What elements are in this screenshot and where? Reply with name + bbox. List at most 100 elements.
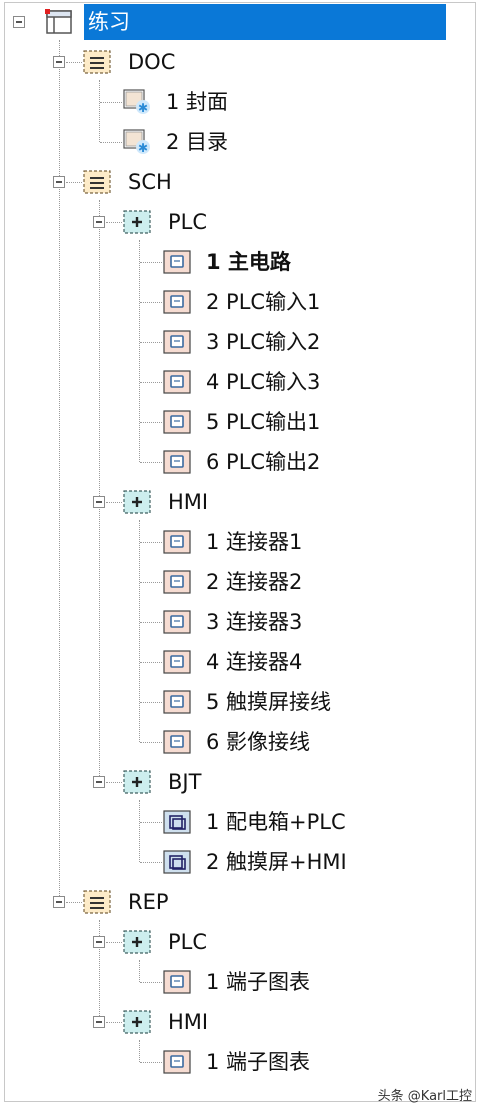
tree-node-label: PLC	[168, 930, 208, 954]
collapse-toggle[interactable]	[53, 56, 65, 68]
tree-node-label: HMI	[168, 1010, 209, 1034]
tree-item-label: 4 连接器4	[206, 650, 303, 674]
tree-node-sch-bjt[interactable]: BJT	[168, 764, 201, 800]
tree-item-label: 1 封面	[166, 90, 229, 114]
tree-node-doc[interactable]: DOC	[128, 44, 175, 80]
schematic-page-icon	[162, 444, 196, 480]
tree-item-page[interactable]: 2 PLC输入1	[162, 284, 320, 320]
tree-item-page[interactable]: 6 PLC输出2	[162, 444, 320, 480]
tree-item-page[interactable]: 5 触摸屏接线	[162, 684, 331, 720]
tree-item-label: 6 PLC输出2	[206, 450, 321, 474]
collapse-toggle[interactable]	[53, 896, 65, 908]
tree-line	[59, 40, 60, 902]
schematic-page-icon	[162, 564, 196, 600]
schematic-page-icon	[162, 524, 196, 560]
project-icon	[45, 9, 72, 34]
tree-item-page[interactable]: 4 连接器4	[162, 644, 302, 680]
tree-node-label: DOC	[128, 50, 176, 74]
tree-item-label: 2 触摸屏+HMI	[206, 850, 347, 874]
tree-item-page[interactable]: 1 配电箱+PLC	[162, 804, 346, 840]
tree-node-sch-plc[interactable]: PLC	[168, 204, 207, 240]
tree-node-sch-hmi[interactable]: HMI	[168, 484, 208, 520]
collapse-toggle[interactable]	[93, 936, 105, 948]
collapse-toggle[interactable]	[93, 216, 105, 228]
tree-node-label: REP	[128, 890, 169, 914]
tree-item-label: 5 PLC输出1	[206, 410, 321, 434]
svg-text:✱: ✱	[138, 141, 148, 155]
tree-node-label: HMI	[168, 490, 209, 514]
location-group-icon	[123, 1010, 151, 1034]
tree-item-page[interactable]: 3 PLC输入2	[162, 324, 320, 360]
overview-page-icon	[162, 804, 196, 840]
watermark: 头条 @Karl工控	[377, 1089, 472, 1104]
tree-node-rep[interactable]: REP	[128, 884, 169, 920]
tree-node-label: 练习	[88, 10, 130, 34]
tree-line	[139, 1040, 140, 1062]
tree-item-label: 2 连接器2	[206, 570, 303, 594]
tree-line	[139, 240, 140, 462]
tree-item-label: 6 影像接线	[206, 730, 311, 754]
tree-item-label: 1 端子图表	[206, 1050, 311, 1074]
schematic-page-icon	[162, 684, 196, 720]
location-group-icon	[123, 930, 151, 954]
collapse-toggle[interactable]	[13, 16, 25, 28]
tree-node-sch[interactable]: SCH	[128, 164, 172, 200]
schematic-page-icon	[162, 324, 196, 360]
folder-structure-icon	[83, 50, 111, 74]
tree-line	[99, 200, 100, 782]
tree-item-page[interactable]: 1 连接器1	[162, 524, 302, 560]
tree-item-page[interactable]: 3 连接器3	[162, 604, 302, 640]
tree-node-label: PLC	[168, 210, 208, 234]
tree-item-page[interactable]: 1 主电路	[162, 244, 291, 280]
svg-text:✱: ✱	[138, 101, 148, 115]
collapse-toggle[interactable]	[93, 1016, 105, 1028]
schematic-page-icon	[162, 604, 196, 640]
tree-node-rep-plc[interactable]: PLC	[168, 924, 207, 960]
tree-item-label: 1 主电路	[206, 250, 291, 274]
collapse-toggle[interactable]	[53, 176, 65, 188]
location-group-icon	[123, 210, 151, 234]
overview-page-icon	[162, 844, 196, 880]
tree-item-label: 2 PLC输入1	[206, 290, 321, 314]
collapse-toggle[interactable]	[93, 776, 105, 788]
schematic-page-icon	[162, 724, 196, 760]
location-group-icon	[123, 490, 151, 514]
folder-structure-icon	[83, 890, 111, 914]
tree-item-page[interactable]: 1 端子图表	[162, 1044, 310, 1080]
collapse-toggle[interactable]	[93, 496, 105, 508]
tree-item-label: 1 端子图表	[206, 970, 311, 994]
tree-item-label: 3 PLC输入2	[206, 330, 321, 354]
tree-node-rep-hmi[interactable]: HMI	[168, 1004, 208, 1040]
tree-line	[99, 80, 100, 142]
tree-node-label: SCH	[128, 170, 172, 194]
tree-node-label: BJT	[168, 770, 202, 794]
tree-line	[139, 800, 140, 862]
tree-item-page[interactable]: 2 连接器2	[162, 564, 302, 600]
folder-structure-icon	[83, 170, 111, 194]
cover-page-icon: ✱	[123, 129, 150, 155]
tree-item-page[interactable]: 5 PLC输出1	[162, 404, 320, 440]
tree-item-label: 1 连接器1	[206, 530, 303, 554]
schematic-page-icon	[162, 364, 196, 400]
schematic-page-icon	[162, 1044, 196, 1080]
schematic-page-icon	[162, 964, 196, 1000]
tree-item-label: 2 目录	[166, 130, 229, 154]
tree-item-label: 3 连接器3	[206, 610, 303, 634]
tree-item[interactable]: 2 目录	[166, 124, 228, 160]
schematic-page-icon	[162, 284, 196, 320]
tree-item-page[interactable]: 2 触摸屏+HMI	[162, 844, 347, 880]
schematic-page-icon	[162, 244, 196, 280]
tree-node-root-label-bg[interactable]: 练习	[84, 4, 446, 40]
tree-item-page[interactable]: 1 端子图表	[162, 964, 310, 1000]
schematic-page-icon	[162, 404, 196, 440]
cover-page-icon: ✱	[123, 89, 150, 115]
location-group-icon	[123, 770, 151, 794]
tree-item-label: 5 触摸屏接线	[206, 690, 332, 714]
tree-line	[139, 960, 140, 982]
tree-item-page[interactable]: 4 PLC输入3	[162, 364, 320, 400]
tree-item[interactable]: 1 封面	[166, 84, 228, 120]
tree-line	[139, 520, 140, 742]
schematic-page-icon	[162, 644, 196, 680]
tree-item-page[interactable]: 6 影像接线	[162, 724, 310, 760]
tree-item-label: 4 PLC输入3	[206, 370, 321, 394]
